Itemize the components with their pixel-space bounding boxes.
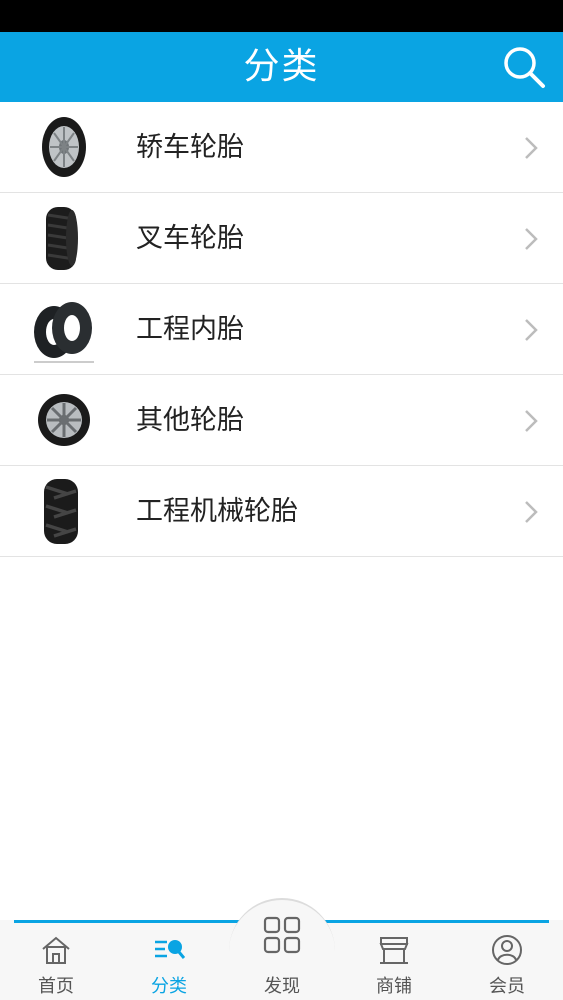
tab-home[interactable]: 首页 (11, 920, 101, 1000)
category-label: 工程机械轮胎 (136, 496, 298, 527)
user-icon (492, 935, 522, 965)
category-label: 工程内胎 (136, 314, 244, 345)
category-label: 其他轮胎 (136, 405, 244, 436)
tab-label: 首页 (38, 976, 74, 997)
chevron-right-icon (525, 137, 538, 159)
category-label: 轿车轮胎 (136, 132, 244, 163)
chevron-right-icon (525, 410, 538, 432)
category-icon (155, 940, 185, 959)
engineering-tire-image (44, 479, 78, 544)
tab-category[interactable]: 分类 (124, 920, 214, 1000)
page-title: 分类 (243, 46, 320, 87)
home-icon (42, 936, 70, 964)
category-list: 轿车轮胎 叉车轮胎 工程内胎 其他轮胎 工程机械轮胎 (0, 102, 563, 557)
tab-label: 商铺 (376, 976, 412, 997)
wheel-tire-image (38, 394, 90, 446)
tab-shop[interactable]: 商铺 (349, 920, 439, 1000)
tab-label: 分类 (151, 976, 187, 997)
category-row[interactable]: 工程机械轮胎 (0, 466, 563, 557)
tab-label: 会员 (489, 976, 525, 997)
tab-discover[interactable]: 发现 (237, 908, 327, 1000)
car-tire-image (42, 117, 86, 177)
grid-icon (263, 916, 301, 954)
shop-icon (379, 937, 409, 964)
category-row[interactable]: 工程内胎 (0, 284, 563, 375)
chevron-right-icon (525, 228, 538, 250)
category-row[interactable]: 其他轮胎 (0, 375, 563, 466)
forklift-tire-image (46, 207, 78, 270)
chevron-right-icon (525, 501, 538, 523)
category-row[interactable]: 叉车轮胎 (0, 193, 563, 284)
search-button[interactable] (501, 44, 547, 90)
inner-tube-image (34, 302, 94, 363)
tab-member[interactable]: 会员 (462, 920, 552, 1000)
search-icon (504, 47, 545, 88)
category-label: 叉车轮胎 (136, 223, 244, 254)
status-bar (0, 0, 563, 32)
category-row[interactable]: 轿车轮胎 (0, 102, 563, 193)
tab-label: 发现 (264, 976, 300, 997)
chevron-right-icon (525, 319, 538, 341)
app-header: 分类 (0, 32, 563, 102)
